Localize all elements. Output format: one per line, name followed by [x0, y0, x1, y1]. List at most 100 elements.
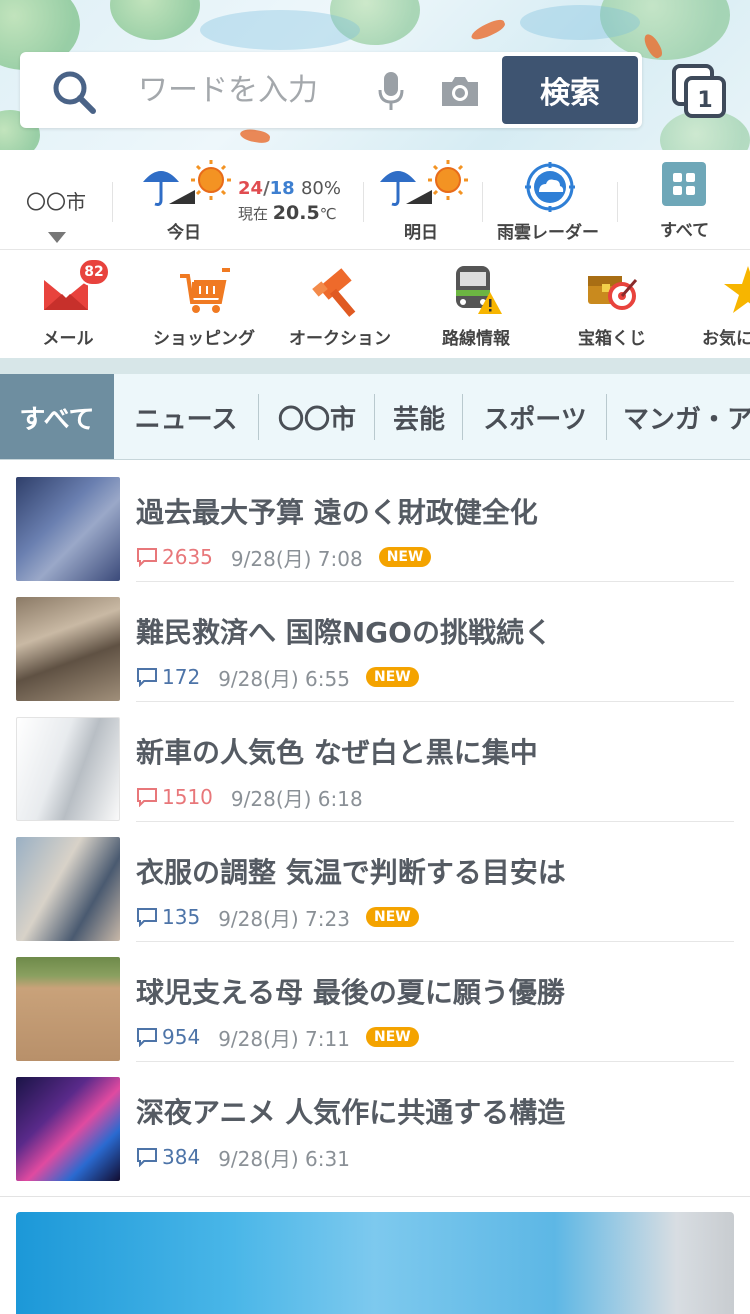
precipitation: 80%	[300, 178, 341, 199]
tab-all[interactable]: すべて	[0, 374, 114, 459]
news-meta: 135 9/28(月) 7:23 NEW	[136, 903, 419, 931]
current-temp: 現在 20.5℃	[238, 202, 337, 224]
news-thumbnail	[16, 597, 120, 701]
search-input[interactable]	[138, 70, 358, 110]
news-meta: 954 9/28(月) 7:11 NEW	[136, 1023, 419, 1051]
news-meta: 384 9/28(月) 6:31	[136, 1143, 366, 1171]
comment-icon	[137, 1148, 157, 1167]
water-decoration	[520, 5, 640, 40]
news-item[interactable]: 新車の人気色 なぜ白と黒に集中 1510 9/28(月) 6:18	[0, 701, 750, 822]
service-mail[interactable]: 82 メール	[0, 250, 136, 358]
tab-sports[interactable]: スポーツ	[463, 374, 607, 459]
cart-icon	[180, 268, 230, 313]
news-time: 9/28(月) 6:55	[218, 666, 350, 691]
comment-icon	[137, 908, 157, 927]
comment-icon	[137, 548, 157, 567]
comment-count: 954	[162, 1025, 201, 1049]
new-badge: NEW	[365, 907, 419, 927]
tab-manga[interactable]: マンガ・ア	[607, 374, 750, 459]
news-thumbnail	[16, 837, 120, 941]
service-favorites[interactable]: お気に	[680, 250, 750, 358]
comment-icon	[137, 1028, 157, 1047]
microphone-icon[interactable]	[376, 70, 406, 112]
section-separator	[0, 358, 750, 374]
gavel-icon	[312, 268, 356, 317]
news-thumbnail	[16, 1077, 120, 1181]
news-headline: 難民救済へ 国際NGOの挑戦続く	[136, 616, 552, 649]
comment-count: 1510	[162, 785, 213, 809]
news-time: 9/28(月) 7:23	[218, 906, 350, 931]
fish-decoration	[239, 127, 271, 145]
service-label: オークション	[289, 329, 391, 349]
today-label: 今日	[167, 223, 201, 243]
current-label: 現在	[238, 205, 269, 223]
service-transit[interactable]: 路線情報	[408, 250, 544, 358]
ad-banner[interactable]	[16, 1212, 734, 1314]
service-label: ショッピング	[153, 329, 255, 349]
news-item[interactable]: 衣服の調整 気温で判断する目安は 135 9/28(月) 7:23 NEW	[0, 821, 750, 942]
tab-entertainment[interactable]: 芸能	[375, 374, 463, 459]
service-treasure-lottery[interactable]: 宝箱くじ	[544, 250, 680, 358]
tab-city[interactable]: 〇〇市	[259, 374, 375, 459]
fish-decoration	[469, 16, 507, 44]
news-time: 9/28(月) 7:11	[218, 1026, 350, 1051]
comment-count: 384	[162, 1145, 201, 1169]
search-button[interactable]: 検索	[502, 56, 638, 124]
new-badge: NEW	[378, 547, 432, 567]
new-badge: NEW	[365, 1027, 419, 1047]
treasure-icon	[588, 276, 638, 310]
service-label: 宝箱くじ	[578, 329, 646, 349]
city-selector[interactable]: 〇〇市	[0, 150, 112, 250]
camera-icon[interactable]	[440, 74, 480, 108]
news-meta: 1510 9/28(月) 6:18	[136, 783, 379, 811]
news-thumbnail	[16, 957, 120, 1061]
service-shopping[interactable]: ショッピング	[136, 250, 272, 358]
news-thumbnail	[16, 477, 120, 581]
category-tabs: すべて ニュース 〇〇市 芸能 スポーツ マンガ・ア	[0, 374, 750, 460]
unread-badge: 82	[78, 258, 110, 286]
news-headline: 過去最大予算 遠のく財政健全化	[136, 496, 538, 529]
city-label: 〇〇市	[26, 190, 86, 214]
temperature-range: 24/18 80%	[238, 178, 341, 199]
today-weather[interactable]: 今日 24/18 80% 現在 20.5℃	[113, 150, 363, 250]
comment-icon	[137, 668, 157, 687]
all-label: すべて	[660, 221, 710, 241]
all-services-button[interactable]: すべて	[618, 150, 750, 250]
low-temp: 18	[269, 178, 295, 199]
tomorrow-weather[interactable]: 明日	[364, 150, 482, 250]
news-meta: 172 9/28(月) 6:55 NEW	[136, 663, 419, 691]
search-box: 検索	[20, 52, 642, 128]
tab-news[interactable]: ニュース	[114, 374, 258, 459]
news-time: 9/28(月) 6:18	[230, 786, 363, 811]
news-item[interactable]: 難民救済へ 国際NGOの挑戦続く 172 9/28(月) 6:55 NEW	[0, 581, 750, 702]
tomorrow-label: 明日	[404, 223, 438, 243]
news-headline: 球児支える母 最後の夏に願う優勝	[136, 976, 565, 1009]
tab-count: 1	[697, 88, 712, 113]
comment-count: 172	[162, 665, 201, 689]
news-item[interactable]: 深夜アニメ 人気作に共通する構造 384 9/28(月) 6:31	[0, 1061, 750, 1181]
service-label: 路線情報	[442, 329, 510, 349]
radar-label: 雨雲レーダー	[497, 223, 599, 243]
service-auction[interactable]: オークション	[272, 250, 408, 358]
comment-icon	[137, 788, 157, 807]
temp-separator: /	[263, 178, 270, 199]
service-shortcuts: 82 メール ショッピング オークション 路線情報 宝箱くじ お気に	[0, 250, 750, 358]
temp-unit: ℃	[319, 205, 337, 223]
comment-count: 2635	[162, 545, 213, 569]
tab-counter-button[interactable]: 1	[670, 62, 728, 120]
leaf-decoration	[110, 0, 200, 40]
service-label: お気に	[702, 329, 750, 349]
rain-then-sun-icon	[143, 160, 231, 206]
news-item[interactable]: 球児支える母 最後の夏に願う優勝 954 9/28(月) 7:11 NEW	[0, 941, 750, 1062]
high-temp: 24	[238, 178, 264, 199]
news-headline: 深夜アニメ 人気作に共通する構造	[136, 1096, 566, 1129]
header: 検索 1	[0, 0, 750, 150]
rain-radar-button[interactable]: 雨雲レーダー	[483, 150, 617, 250]
news-time: 9/28(月) 6:31	[218, 1146, 350, 1171]
search-icon[interactable]	[50, 68, 98, 116]
divider	[0, 1196, 750, 1197]
water-decoration	[200, 10, 360, 50]
grid-icon	[662, 162, 706, 206]
train-icon	[456, 266, 502, 314]
news-item[interactable]: 過去最大予算 遠のく財政健全化 2635 9/28(月) 7:08 NEW	[0, 461, 750, 582]
